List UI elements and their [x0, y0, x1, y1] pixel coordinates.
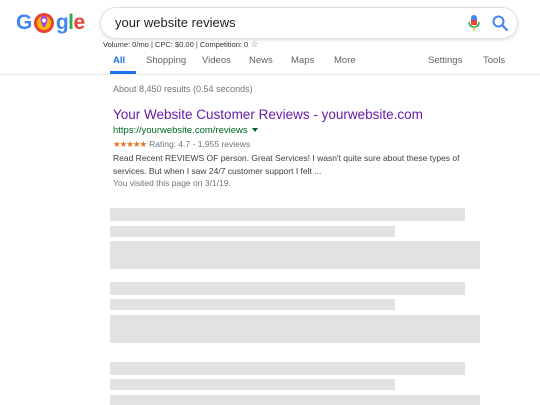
search-icon[interactable]: [491, 14, 509, 32]
logo-letter-g: G: [16, 11, 32, 34]
snippet-line-2: services. But when I saw 24/7 customer s…: [113, 166, 322, 176]
tab-settings[interactable]: Settings: [428, 55, 462, 66]
placeholder-bar: [110, 299, 395, 310]
placeholder-bar: [110, 226, 395, 237]
placeholder-bar: [110, 282, 465, 295]
tab-maps[interactable]: Maps: [291, 55, 314, 66]
search-box[interactable]: your website reviews: [100, 7, 518, 39]
tabs-divider: [0, 74, 540, 75]
placeholder-block: [110, 395, 480, 405]
placeholder-bar: [110, 208, 465, 221]
keyword-volume-line: Volume: 0/mo | CPC: $0.00 | Competition:…: [103, 39, 258, 50]
search-input[interactable]: your website reviews: [115, 15, 236, 30]
microphone-icon[interactable]: [467, 14, 481, 32]
volume-text: Volume: 0/mo | CPC: $0.00 | Competition:…: [103, 40, 249, 49]
tab-videos[interactable]: Videos: [202, 55, 231, 66]
star-outline-icon[interactable]: ☆: [250, 39, 258, 49]
result-stats: About 8,450 results (0.54 seconds): [113, 84, 253, 94]
rating-stars-icon: ★★★★★: [113, 139, 147, 149]
snippet-line-1: Read Recent REVIEWS OF person. Great Ser…: [113, 153, 460, 163]
logo-doodle-icon: [33, 12, 55, 34]
result-title-link[interactable]: Your Website Customer Reviews - yourwebs…: [113, 107, 423, 122]
rating-text: Rating: 4.7 - 1,955 reviews: [149, 139, 251, 149]
placeholder-bar: [110, 379, 395, 390]
google-logo[interactable]: G gle: [16, 10, 85, 36]
visited-note: You visited this page on 3/1/19.: [113, 178, 231, 188]
search-tabs: All Shopping Videos News Maps More Setti…: [0, 55, 540, 75]
tab-more[interactable]: More: [334, 55, 356, 66]
placeholder-bar: [110, 362, 465, 375]
logo-letter-g2: g: [55, 11, 69, 34]
tab-shopping[interactable]: Shopping: [146, 55, 186, 66]
placeholder-block: [110, 315, 480, 343]
tab-tools[interactable]: Tools: [483, 55, 505, 66]
result-snippet: Read Recent REVIEWS OF person. Great Ser…: [113, 152, 473, 178]
logo-rest: gle: [56, 11, 85, 35]
result-rating: ★★★★★ Rating: 4.7 - 1,955 reviews: [113, 139, 250, 150]
result-url[interactable]: https://yourwebsite.com/reviews: [113, 125, 258, 136]
tab-news[interactable]: News: [249, 55, 273, 66]
logo-letter-e: e: [73, 11, 86, 34]
chevron-down-icon[interactable]: [251, 128, 258, 133]
tab-all[interactable]: All: [113, 55, 125, 66]
result-url-text[interactable]: https://yourwebsite.com/reviews: [113, 125, 248, 136]
placeholder-block: [110, 241, 480, 269]
